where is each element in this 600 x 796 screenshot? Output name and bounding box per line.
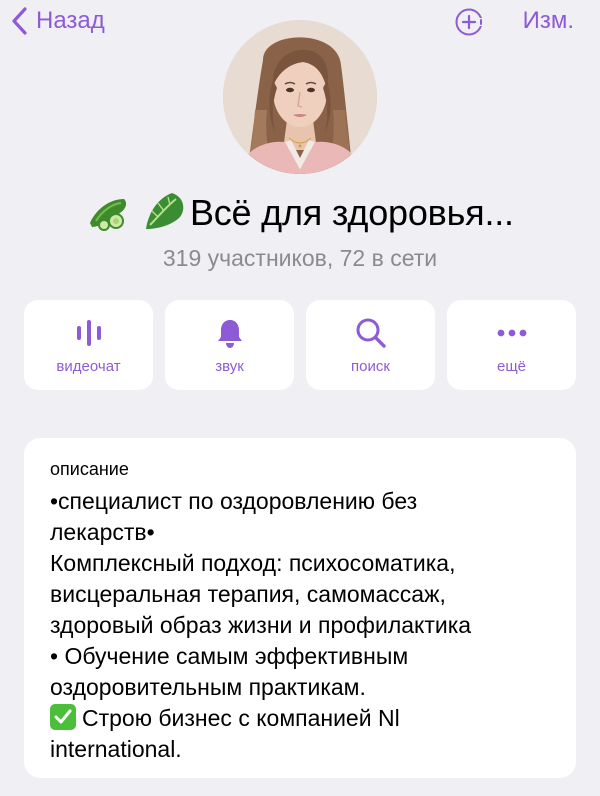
member-count: 319 участников, 72 в сети xyxy=(162,245,438,271)
description-card: описание •специалист по оздоровлению без… xyxy=(24,438,576,778)
chevron-left-icon xyxy=(10,6,30,36)
description-line: Комплексный подход: психосоматика, xyxy=(50,550,456,576)
group-title: Всё для здоровья... xyxy=(0,190,600,242)
add-member-icon xyxy=(454,8,485,41)
description-line: оздоровительным практикам. xyxy=(50,674,366,700)
search-icon xyxy=(354,316,388,350)
description-line: Строю бизнес с компанией Nl xyxy=(82,705,400,731)
leafy-green-icon xyxy=(142,191,186,242)
description-line: international. xyxy=(50,736,182,762)
back-button[interactable]: Назад xyxy=(10,6,105,36)
bell-icon xyxy=(213,316,247,350)
more-icon xyxy=(495,316,529,350)
description-line: здоровый образ жизни и профилактика xyxy=(50,612,472,638)
back-label: Назад xyxy=(36,7,105,34)
more-button[interactable]: ещё xyxy=(447,300,576,390)
voice-chat-icon xyxy=(72,316,106,350)
avatar[interactable] xyxy=(223,20,377,174)
sound-label: звук xyxy=(215,358,244,375)
title-emojis xyxy=(86,191,186,242)
cucumber-icon xyxy=(86,195,132,242)
description-line: •специалист по оздоровлению без xyxy=(50,488,418,514)
check-mark-icon xyxy=(50,704,76,730)
description-line: лекарств• xyxy=(50,519,155,545)
sound-button[interactable]: звук xyxy=(165,300,294,390)
group-title-text: Всё для здоровья... xyxy=(189,192,514,233)
action-bar: видеочат звук поиск ещё xyxy=(24,300,576,390)
voice-chat-label: видеочат xyxy=(56,358,121,375)
add-member-button[interactable] xyxy=(454,7,485,37)
description-text: •специалист по оздоровлению без лекарств… xyxy=(50,486,550,765)
edit-button[interactable]: Изм. xyxy=(523,6,574,36)
group-info-screen: Назад Изм. Всё для здоровья... 319 участ… xyxy=(0,0,600,796)
voice-chat-button[interactable]: видеочат xyxy=(24,300,153,390)
more-label: ещё xyxy=(496,358,527,375)
description-line-check: Строю бизнес с компанией Nl xyxy=(50,703,550,734)
description-line: • Обучение самым эффективным xyxy=(50,643,409,669)
search-button[interactable]: поиск xyxy=(306,300,435,390)
search-label: поиск xyxy=(351,358,390,375)
description-line: висцеральная терапия, самомассаж, xyxy=(50,581,446,607)
description-label: описание xyxy=(50,459,129,479)
